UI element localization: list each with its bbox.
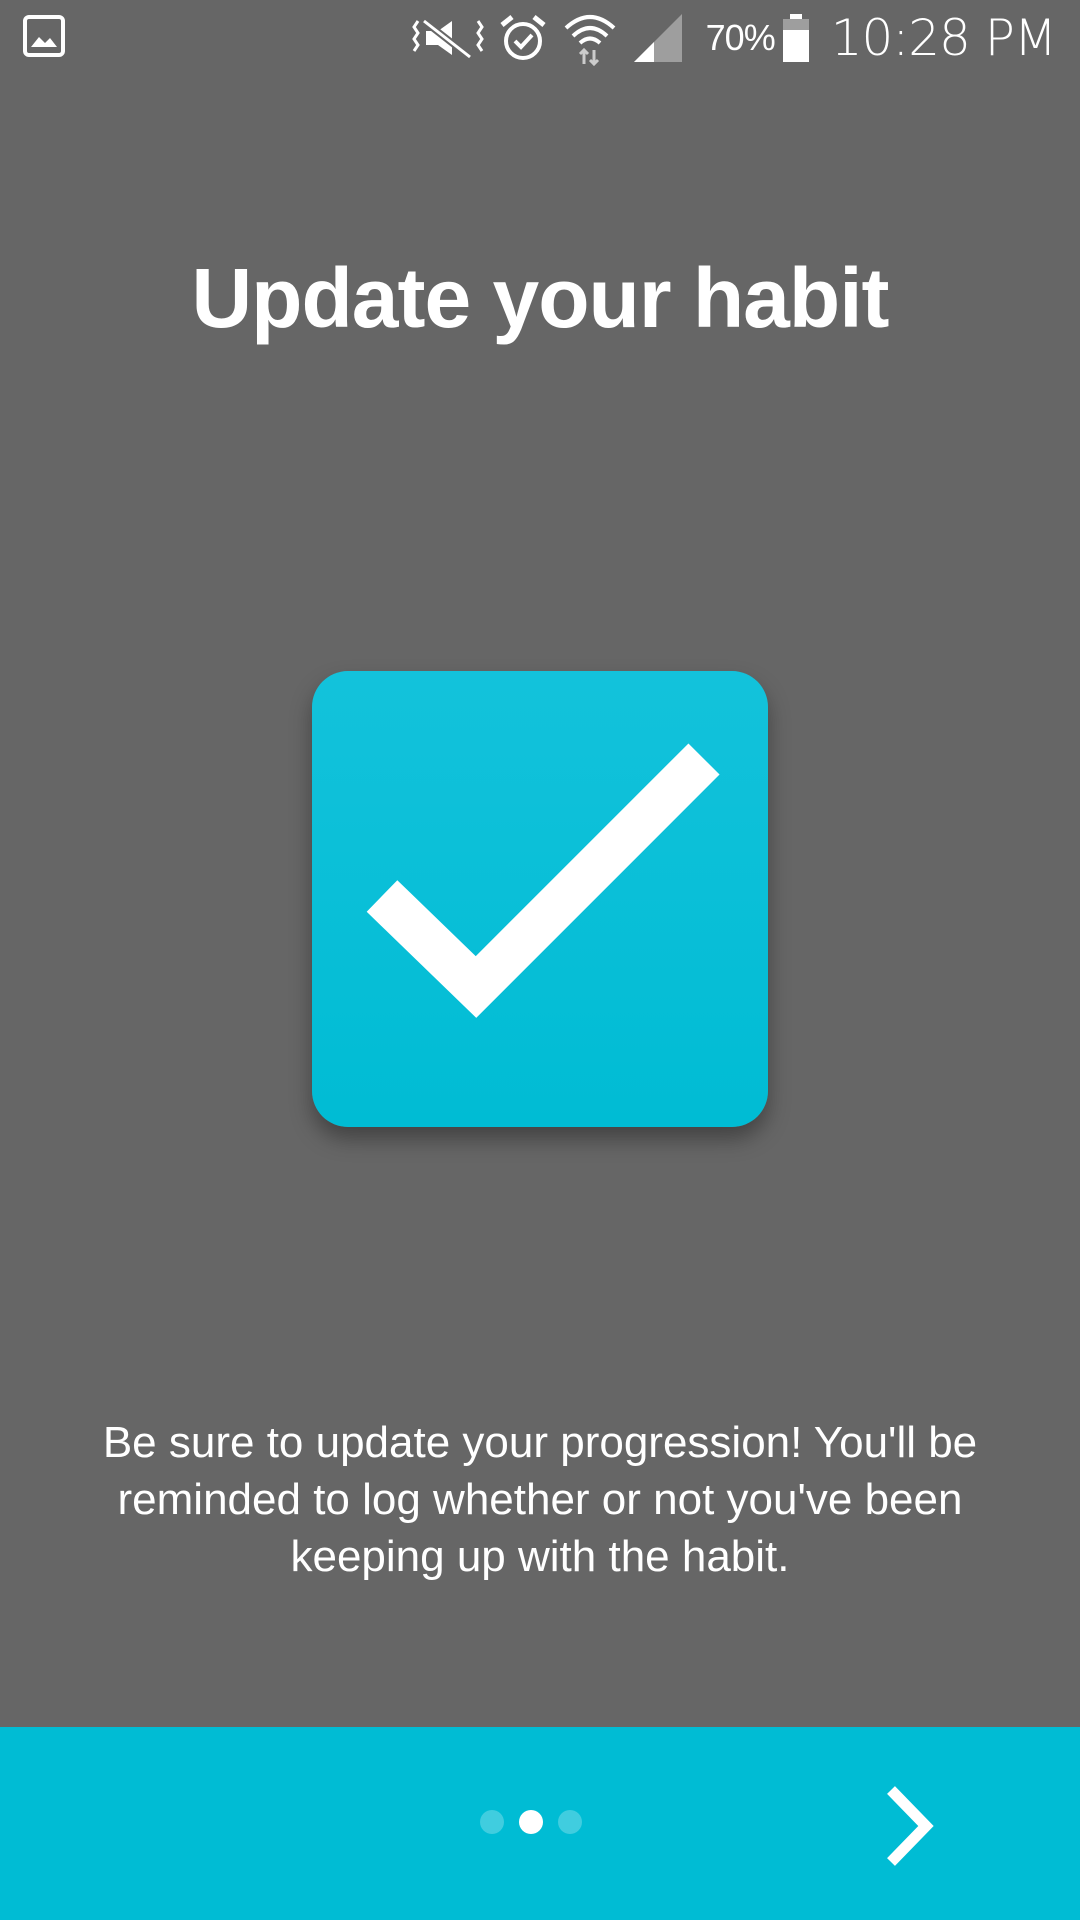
status-time: 10:28 PM: [830, 8, 1057, 67]
battery-percent: 70%: [705, 16, 776, 58]
checkbox-checked-icon: [312, 671, 768, 1127]
status-icons: 70% 10:28 PM: [398, 0, 1057, 75]
vibrate-icon: [411, 13, 484, 63]
gallery-icon: [22, 14, 66, 58]
wifi-icon: [562, 10, 618, 66]
description-text: Be sure to update your progression! You'…: [102, 1418, 978, 1581]
next-button[interactable]: [858, 1776, 958, 1876]
page-dot-1: [480, 1810, 504, 1834]
status-bar: 70% 10:28 PM: [0, 0, 1080, 75]
page-dot-3: [558, 1810, 582, 1834]
onboarding-screen: 70% 10:28 PM Update your habit Be sure t…: [0, 0, 1080, 1920]
page-dot-2-active: [519, 1810, 543, 1834]
page-indicator: [480, 1810, 597, 1834]
alarm-icon: [498, 13, 548, 63]
battery-icon: [781, 13, 811, 63]
signal-icon: [632, 12, 684, 64]
chevron-right-icon: [887, 1786, 934, 1866]
page-title: Update your habit: [191, 251, 889, 345]
